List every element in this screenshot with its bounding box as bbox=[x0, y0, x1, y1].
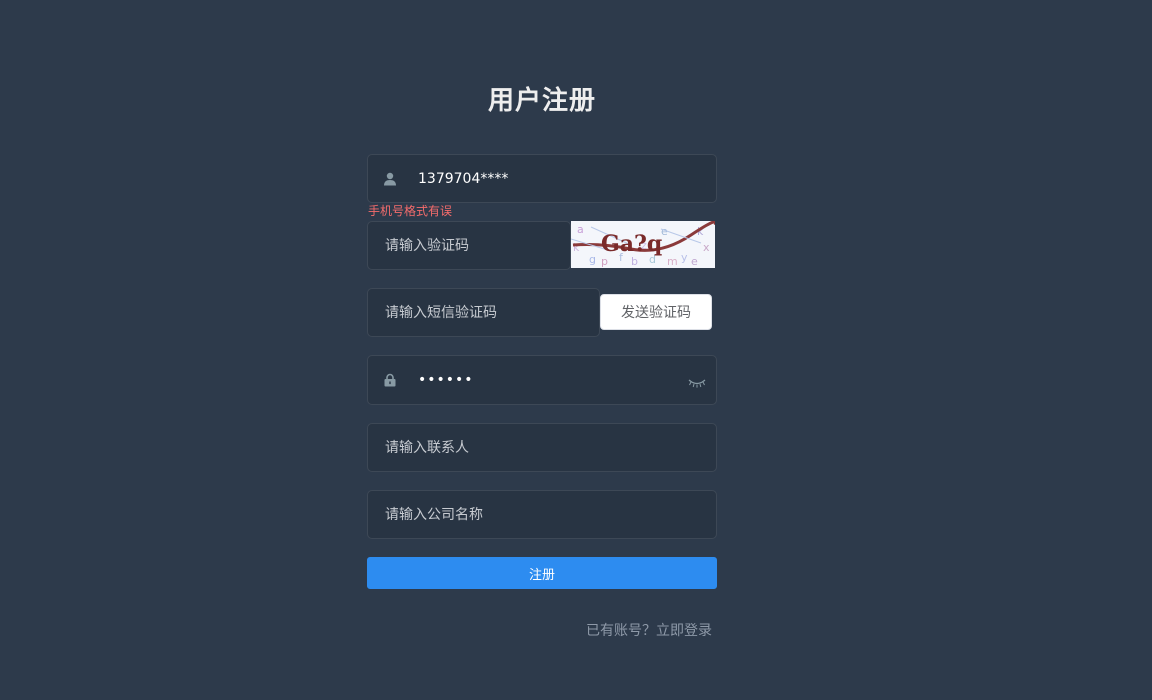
captcha-field[interactable] bbox=[367, 221, 571, 270]
send-code-button[interactable]: 发送验证码 bbox=[600, 294, 712, 330]
password-field[interactable] bbox=[367, 355, 717, 405]
eye-closed-icon[interactable] bbox=[688, 374, 706, 388]
svg-text:y: y bbox=[681, 251, 688, 264]
company-field[interactable] bbox=[367, 490, 717, 539]
contact-field[interactable] bbox=[367, 423, 717, 472]
captcha-input[interactable] bbox=[383, 222, 563, 269]
captcha-text: Ga?q bbox=[601, 231, 662, 257]
register-button[interactable]: 注册 bbox=[367, 557, 717, 589]
contact-input[interactable] bbox=[383, 424, 703, 471]
svg-text:x: x bbox=[703, 241, 710, 254]
phone-field[interactable] bbox=[367, 154, 717, 203]
svg-text:k: k bbox=[573, 241, 580, 254]
user-icon bbox=[382, 171, 398, 187]
captcha-image[interactable]: a g p f b d m y k x k e e z Ga?q bbox=[571, 221, 715, 268]
company-input[interactable] bbox=[383, 491, 703, 538]
svg-text:m: m bbox=[667, 255, 678, 268]
svg-text:g: g bbox=[589, 253, 596, 266]
login-link[interactable]: 已有账号？立即登录 bbox=[586, 620, 712, 640]
lock-icon bbox=[382, 372, 398, 388]
svg-text:a: a bbox=[577, 223, 584, 236]
register-page: 用户注册 手机号格式有误 a g p f b d m y k bbox=[0, 0, 1152, 700]
sms-code-input[interactable] bbox=[383, 289, 593, 336]
phone-input[interactable] bbox=[416, 155, 706, 202]
password-input[interactable] bbox=[416, 356, 676, 404]
page-title: 用户注册 bbox=[487, 86, 596, 116]
phone-error-message: 手机号格式有误 bbox=[368, 204, 453, 218]
svg-text:e: e bbox=[691, 255, 698, 268]
sms-code-field[interactable] bbox=[367, 288, 600, 337]
